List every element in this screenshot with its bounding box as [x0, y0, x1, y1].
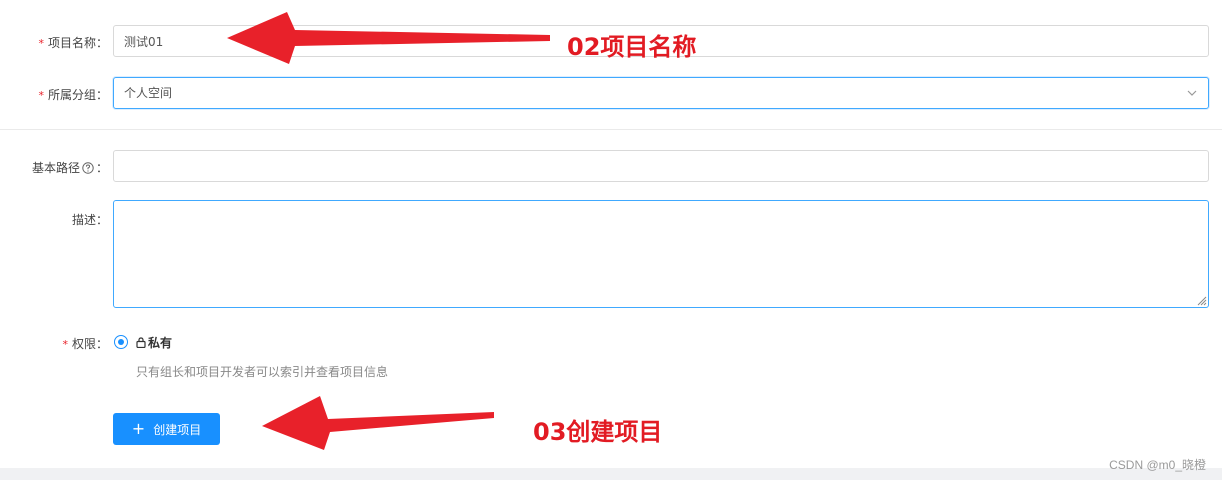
project-name-label: * 项目名称： — [38, 34, 108, 51]
required-mark: * — [38, 37, 44, 50]
label-colon: ： — [95, 337, 108, 351]
private-radio[interactable] — [114, 335, 128, 349]
group-label: * 所属分组： — [38, 86, 108, 103]
create-project-label: 创建项目 — [153, 422, 202, 437]
group-select[interactable]: 个人空间 — [113, 77, 1209, 109]
description-label-text: 描述 — [71, 213, 96, 227]
private-option-text: 私有 — [148, 336, 173, 350]
resize-grip-icon[interactable] — [1195, 294, 1207, 306]
section-divider — [0, 129, 1222, 130]
permission-label: * 权限： — [62, 335, 108, 352]
permission-label-text: 权限 — [71, 337, 96, 351]
annotation-create-project: 03创建项目 — [533, 418, 663, 446]
label-colon: ： — [95, 161, 108, 175]
label-colon: ： — [95, 36, 108, 50]
annotation-arrow-project-name — [227, 12, 550, 64]
base-path-input[interactable] — [113, 150, 1209, 182]
description-label: 描述： — [72, 211, 108, 228]
watermark: CSDN @m0_晓橙 — [1109, 458, 1206, 472]
annotation-arrow-create — [262, 396, 494, 450]
project-name-label-text: 项目名称 — [47, 36, 96, 50]
group-label-text: 所属分组 — [47, 88, 96, 102]
base-path-label: 基本路径 ： — [32, 159, 108, 176]
required-mark: * — [62, 338, 68, 351]
label-colon: ： — [95, 213, 108, 227]
create-project-button[interactable]: + 创建项目 — [113, 413, 220, 445]
permission-hint: 只有组长和项目开发者可以索引并查看项目信息 — [136, 365, 389, 379]
base-path-label-text: 基本路径 — [31, 161, 80, 175]
plus-icon: + — [131, 419, 146, 438]
chevron-down-icon — [1187, 90, 1197, 96]
label-colon: ： — [95, 88, 108, 102]
annotation-project-name: 02项目名称 — [567, 33, 697, 61]
footer-bar — [0, 468, 1222, 480]
required-mark: * — [38, 89, 44, 102]
lock-icon — [136, 337, 146, 348]
private-option-label[interactable]: 私有 — [136, 334, 172, 351]
question-circle-icon[interactable] — [82, 162, 94, 174]
group-select-value: 个人空间 — [124, 86, 173, 100]
description-textarea[interactable] — [113, 200, 1209, 308]
